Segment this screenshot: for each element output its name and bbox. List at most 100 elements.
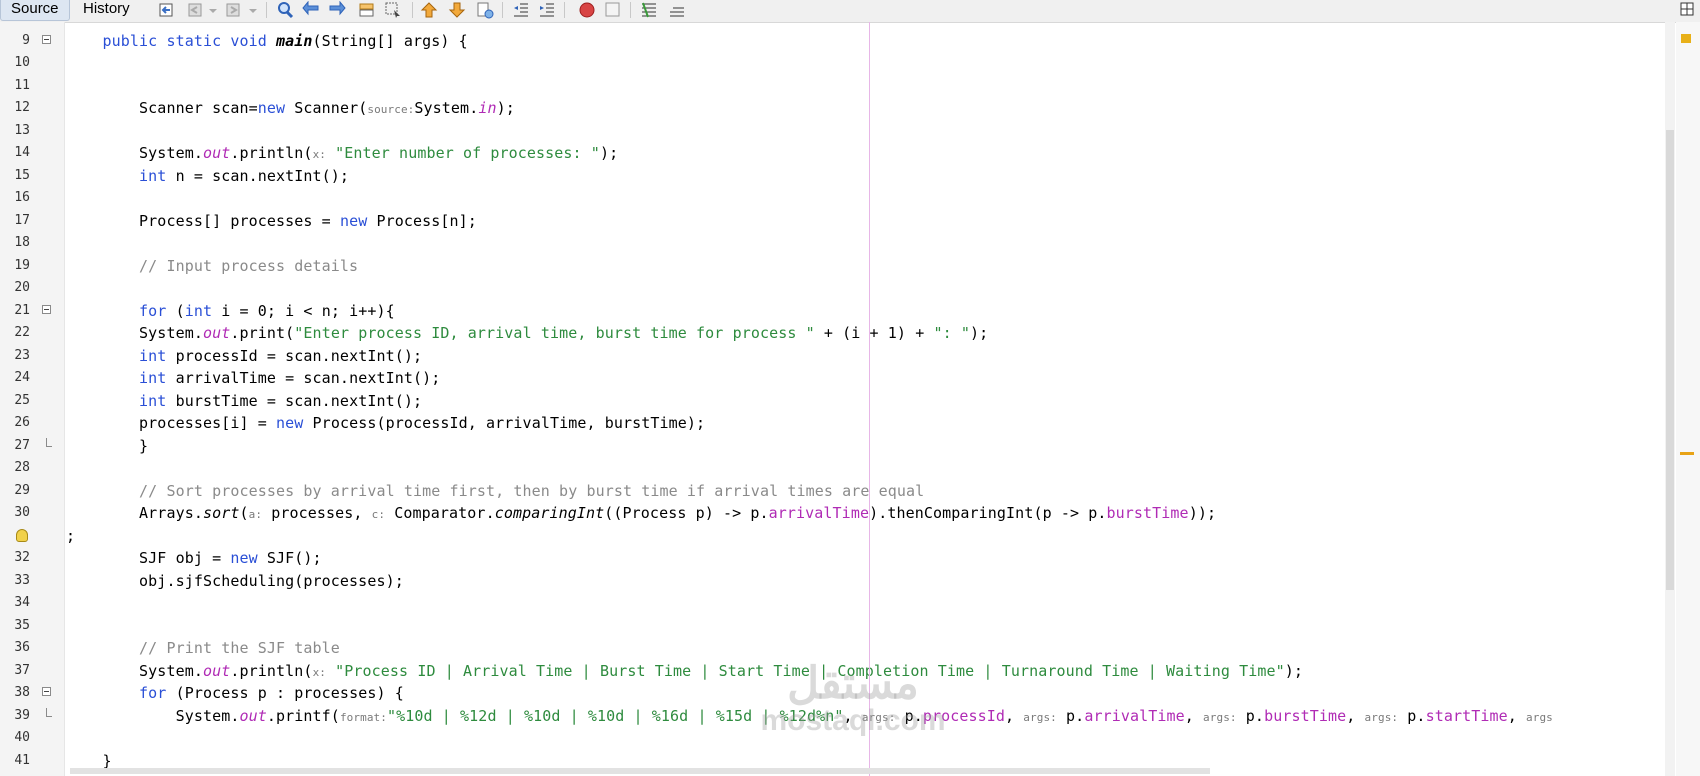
code-text: processes[i] = new Process(processId, ar… [66,414,706,432]
code-text: // Input process details [139,257,359,275]
line-number: 24 [14,370,30,385]
code-text: // Print the SJF table [139,639,340,657]
code-line[interactable]: 17 Process[] processes = new Process[n]; [0,210,1670,232]
fold-collapse-icon[interactable] [42,687,51,696]
editor-toolbar: Source History [0,0,1700,23]
line-number: 26 [14,415,30,430]
code-line[interactable]: 30 Arrays.sort(a: processes, c: Comparat… [0,502,1670,524]
code-line[interactable]: 26 processes[i] = new Process(processId,… [0,412,1670,434]
code-line[interactable]: 21 for (int i = 0; i < n; i++){ [0,300,1670,322]
code-line[interactable]: ; [0,525,1670,547]
line-number: 14 [14,145,30,160]
previous-bookmark-icon[interactable] [420,1,438,19]
toolbar-separator [412,2,413,18]
select-rectangle-icon[interactable] [384,1,402,19]
code-line[interactable]: 12 Scanner scan=new Scanner(source:Syste… [0,97,1670,119]
find-icon[interactable] [276,1,294,19]
comment-icon[interactable] [640,1,658,19]
line-number: 37 [14,663,30,678]
code-text: int processId = scan.nextInt(); [139,347,423,365]
code-line[interactable]: 35 [0,615,1670,637]
code-text: obj.sjfScheduling(processes); [66,572,404,590]
line-number: 10 [14,55,30,70]
line-number: 34 [14,595,30,610]
horizontal-scrollbar[interactable] [70,768,1210,774]
line-number: 11 [14,78,30,93]
line-number: 30 [14,505,30,520]
code-line[interactable]: 33 obj.sjfScheduling(processes); [0,570,1670,592]
toolbar-separator [266,2,267,18]
stop-macro-icon[interactable] [604,1,622,19]
code-line[interactable]: 36 // Print the SJF table [0,637,1670,659]
code-text: int arrivalTime = scan.nextInt(); [139,369,441,387]
code-line[interactable]: 23 int processId = scan.nextInt(); [0,345,1670,367]
code-text: int burstTime = scan.nextInt(); [139,392,423,410]
error-stripe[interactable] [1676,22,1700,776]
line-number: 23 [14,348,30,363]
tab-source[interactable]: Source [0,0,70,21]
warning-marker[interactable] [1680,452,1694,455]
hint-lightbulb-icon[interactable] [16,529,28,542]
code-text: ; [66,527,76,545]
line-number: 38 [14,685,30,700]
line-number: 40 [14,730,30,745]
line-number: 39 [14,708,30,723]
line-number: 28 [14,460,30,475]
code-text: Scanner scan=new Scanner(source:System.i… [66,99,515,117]
code-text: public static void main(String[] args) { [102,32,468,50]
start-macro-icon[interactable] [578,1,596,19]
code-line[interactable]: 27 } [0,435,1670,457]
code-text: for (int i = 0; i < n; i++){ [139,302,395,320]
code-line[interactable]: 24 int arrivalTime = scan.nextInt(); [0,367,1670,389]
fold-collapse-icon[interactable] [42,35,51,44]
warning-status-icon[interactable] [1681,34,1691,43]
fold-end-marker [46,438,52,447]
forward-icon[interactable] [224,1,242,19]
next-bookmark-icon[interactable] [448,1,466,19]
code-line[interactable]: 19 // Input process details [0,255,1670,277]
uncomment-icon[interactable] [668,1,686,19]
code-text: Arrays.sort(a: processes, c: Comparator.… [66,504,1217,522]
code-line[interactable]: 18 [0,232,1670,254]
toolbar-separator [564,2,565,18]
code-line[interactable]: 20 [0,277,1670,299]
chevron-down-icon[interactable] [208,1,218,19]
vertical-scroll-thumb[interactable] [1666,130,1674,590]
back-icon[interactable] [186,1,204,19]
code-line[interactable]: 15 int n = scan.nextInt(); [0,165,1670,187]
fold-collapse-icon[interactable] [42,305,51,314]
code-text: System.out.print("Enter process ID, arri… [66,324,989,342]
watermark-arabic: مستقل [787,659,919,708]
code-line[interactable]: 32 SJF obj = new SJF(); [0,547,1670,569]
shift-left-icon[interactable] [512,1,530,19]
code-line[interactable]: 13 [0,120,1670,142]
code-line[interactable]: 9 public static void main(String[] args)… [0,30,1670,52]
toolbar-separator [502,2,503,18]
find-next-icon[interactable] [328,0,346,19]
code-text: } [66,437,149,455]
code-line[interactable]: 34 [0,592,1670,614]
code-line[interactable]: 10 [0,52,1670,74]
find-selection-icon[interactable] [358,1,376,19]
code-line[interactable]: 22 System.out.print("Enter process ID, a… [0,322,1670,344]
chevron-down-icon[interactable] [248,1,258,19]
code-text: System.out.println(x: "Enter number of p… [66,144,619,162]
code-line[interactable]: 28 [0,457,1670,479]
code-line[interactable]: 16 [0,187,1670,209]
find-previous-icon[interactable] [302,0,320,19]
code-line[interactable]: 14 System.out.println(x: "Enter number o… [0,142,1670,164]
line-number: 29 [14,483,30,498]
toggle-bookmark-icon[interactable] [476,1,494,19]
line-number: 9 [22,33,30,48]
code-line[interactable]: 25 int burstTime = scan.nextInt(); [0,390,1670,412]
watermark-latin: mostaql.com [760,704,946,737]
last-edit-icon[interactable] [158,1,176,19]
tab-history[interactable]: History [73,0,140,20]
fold-end-marker [46,708,52,717]
code-line[interactable]: 29 // Sort processes by arrival time fir… [0,480,1670,502]
line-number: 16 [14,190,30,205]
line-number: 27 [14,438,30,453]
code-line[interactable]: 11 [0,75,1670,97]
split-window-icon[interactable] [1678,1,1696,19]
shift-right-icon[interactable] [538,1,556,19]
